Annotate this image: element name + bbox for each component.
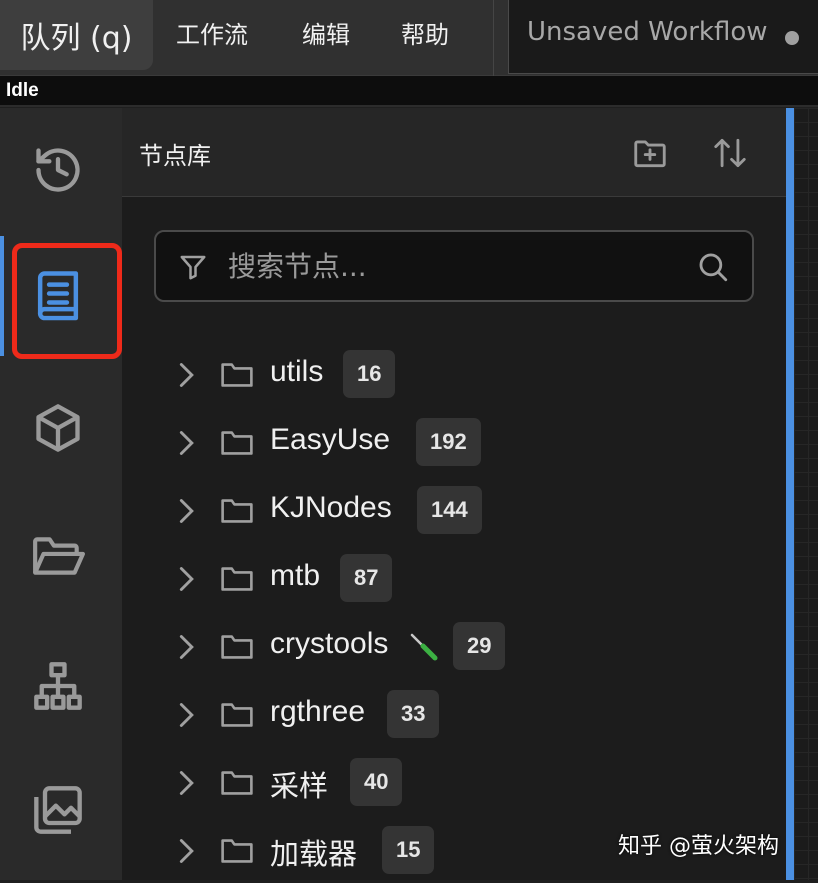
- folder-name: crystools: [270, 627, 389, 660]
- folder-name: 加载器: [270, 837, 358, 871]
- tree-folder-row[interactable]: KJNodes 144: [162, 481, 722, 543]
- unsaved-indicator: [785, 31, 799, 45]
- node-count-badge: 16: [343, 350, 396, 398]
- menu-help[interactable]: 帮助: [401, 17, 449, 53]
- panel-resize-handle[interactable]: [786, 108, 794, 880]
- tree-folder-row[interactable]: utils 16: [162, 345, 722, 407]
- tree-folder-row[interactable]: rgthree 33: [162, 685, 722, 747]
- node-count-badge: 40: [350, 758, 403, 806]
- folder-name: KJNodes: [270, 491, 392, 524]
- chevron-right-icon[interactable]: [172, 497, 200, 525]
- node-count-badge: 15: [382, 826, 435, 874]
- status-bar: Idle: [0, 76, 818, 107]
- node-map-icon[interactable]: [26, 654, 90, 718]
- folder-icon: [221, 703, 253, 727]
- search-input[interactable]: [228, 232, 688, 300]
- tree-folder-row[interactable]: crystools 29: [162, 617, 722, 679]
- watermark: 知乎 @萤火架构: [618, 834, 779, 859]
- panel-title: 节点库: [139, 142, 211, 170]
- history-icon[interactable]: [26, 138, 90, 202]
- folder-icon: [221, 771, 253, 795]
- tree-folder-row[interactable]: mtb 87: [162, 549, 722, 611]
- active-tab-marker: [0, 236, 4, 356]
- folder-name: mtb: [270, 559, 321, 592]
- node-library-panel: 节点库 utils 16 EasyUse 192 KJNodes 14: [122, 108, 786, 880]
- workflow-tab[interactable]: Unsaved Workflow: [508, 0, 818, 74]
- search-box: [154, 230, 754, 302]
- folder-icon: [221, 839, 253, 863]
- tree-folder-row[interactable]: EasyUse 192: [162, 413, 722, 475]
- tree-folder-row[interactable]: 采样 40: [162, 753, 722, 815]
- menu-edit[interactable]: 编辑: [302, 17, 350, 53]
- folder-name: utils: [270, 355, 324, 388]
- sort-icon[interactable]: [711, 134, 749, 172]
- folder-icon: [221, 567, 253, 591]
- chevron-right-icon[interactable]: [172, 837, 200, 865]
- new-folder-icon[interactable]: [631, 134, 669, 172]
- search-icon[interactable]: [696, 250, 730, 284]
- highlight-annotation: [12, 243, 122, 359]
- folder-icon: [221, 363, 253, 387]
- screwdriver-icon: [410, 633, 438, 661]
- queue-button[interactable]: 队列 (q): [0, 0, 153, 70]
- workflow-tab-title: Unsaved Workflow: [527, 17, 768, 47]
- folder-name: rgthree: [270, 695, 366, 728]
- sidebar: [0, 108, 122, 880]
- node-count-badge: 144: [417, 486, 482, 534]
- panel-header: 节点库: [122, 108, 786, 197]
- menu-divider: [493, 0, 494, 76]
- graph-canvas[interactable]: [794, 108, 818, 880]
- workflows-folder-icon[interactable]: [26, 524, 90, 588]
- node-count-badge: 29: [453, 622, 506, 670]
- folder-icon: [221, 499, 253, 523]
- folder-name: 采样: [270, 769, 329, 803]
- folder-icon: [221, 431, 253, 455]
- node-count-badge: 33: [387, 690, 440, 738]
- chevron-right-icon[interactable]: [172, 701, 200, 729]
- menu-workflow[interactable]: 工作流: [176, 17, 248, 53]
- chevron-right-icon[interactable]: [172, 769, 200, 797]
- chevron-right-icon[interactable]: [172, 633, 200, 661]
- image-gallery-icon[interactable]: [26, 778, 90, 842]
- filter-icon[interactable]: [178, 252, 208, 282]
- chevron-right-icon[interactable]: [172, 565, 200, 593]
- folder-icon: [221, 635, 253, 659]
- menu-bar: 队列 (q) 工作流 编辑 帮助 Unsaved Workflow: [0, 0, 818, 76]
- model-library-icon[interactable]: [26, 396, 90, 460]
- chevron-right-icon[interactable]: [172, 429, 200, 457]
- chevron-right-icon[interactable]: [172, 361, 200, 389]
- node-count-badge: 87: [340, 554, 393, 602]
- node-count-badge: 192: [416, 418, 481, 466]
- status-text: Idle: [6, 80, 39, 101]
- folder-name: EasyUse: [270, 423, 391, 456]
